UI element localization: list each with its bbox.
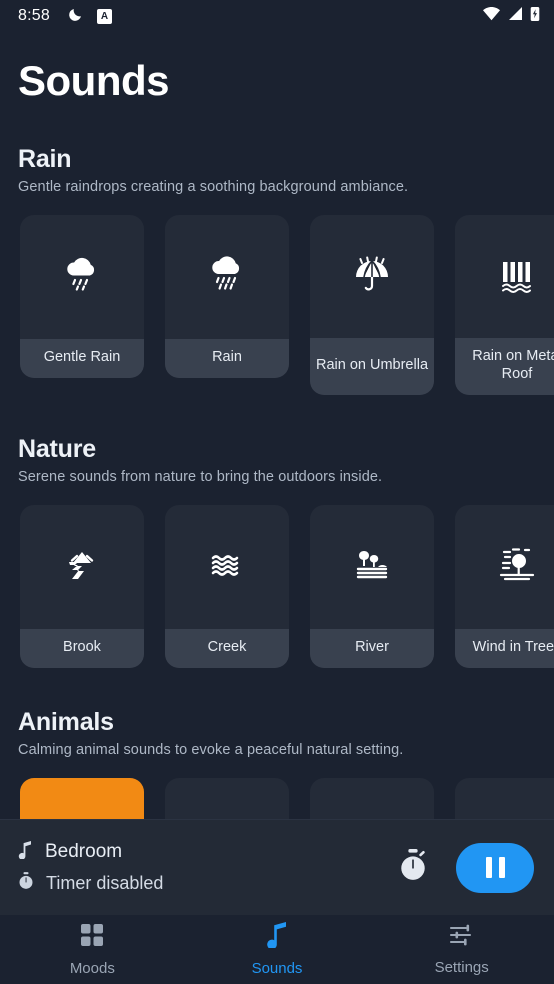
- grid-icon: [79, 922, 105, 953]
- sound-card-label: Rain on Metal Roof: [455, 338, 554, 395]
- stopwatch-icon: [18, 871, 34, 895]
- section-subtitle: Serene sounds from nature to bring the o…: [18, 469, 383, 485]
- cloud-light-rain-icon: [20, 215, 144, 339]
- water-waves-icon: [165, 505, 289, 629]
- now-playing-bar[interactable]: Bedroom Timer disabled: [0, 819, 554, 915]
- accessibility-a-icon: A: [96, 8, 112, 24]
- status-bar: 8:58 A: [0, 0, 554, 32]
- pause-icon: [485, 857, 505, 878]
- now-playing-track-name: Bedroom: [45, 841, 123, 862]
- sound-card[interactable]: Wind in Trees: [455, 505, 554, 668]
- sliders-icon: [449, 923, 475, 952]
- cloud-heavy-rain-icon: [165, 215, 289, 339]
- section-title: Rain: [18, 145, 72, 173]
- sound-card-label: Rain: [165, 339, 289, 378]
- sound-card-row[interactable]: Gentle Rain Rain Rain on Umbrella Rain on M…: [0, 195, 554, 395]
- page-title: Sounds: [18, 57, 170, 104]
- sound-card-label: River: [310, 629, 434, 668]
- nav-label-moods: Moods: [69, 960, 115, 977]
- do-not-disturb-moon-icon: [68, 6, 84, 27]
- section-subtitle: Calming animal sounds to evoke a peacefu…: [18, 742, 404, 758]
- sound-card[interactable]: Creek: [165, 505, 289, 668]
- sound-card-label: Creek: [165, 629, 289, 668]
- timer-button[interactable]: [396, 848, 430, 887]
- now-playing-timer-status: Timer disabled: [46, 872, 164, 893]
- music-note-icon: [18, 840, 33, 864]
- sound-section: Nature Serene sounds from nature to bring…: [0, 435, 554, 668]
- sound-card[interactable]: Brook: [20, 505, 144, 668]
- section-header: Nature Serene sounds from nature to bring…: [0, 435, 554, 485]
- sound-section: Rain Gentle raindrops creating a soothing…: [0, 145, 554, 395]
- section-subtitle: Gentle raindrops creating a soothing bac…: [18, 179, 409, 195]
- sound-card-label: Wind in Trees: [455, 629, 554, 668]
- cellular-signal-icon: [508, 6, 523, 26]
- nav-item-moods[interactable]: Moods: [0, 922, 185, 977]
- now-playing-track: Bedroom: [18, 840, 163, 864]
- sound-card[interactable]: Rain on Umbrella: [310, 215, 434, 395]
- status-bar-left-icons: A: [68, 6, 112, 27]
- nav-label-settings: Settings: [434, 959, 489, 976]
- nav-item-settings[interactable]: Settings: [369, 923, 554, 976]
- status-bar-right-icons: [482, 6, 540, 27]
- sound-card-row[interactable]: Brook Creek River Wind in Trees: [0, 485, 554, 668]
- wind-in-trees-icon: [455, 505, 554, 629]
- section-header: Animals Calming animal sounds to evoke a …: [0, 708, 554, 758]
- play-pause-button[interactable]: [456, 842, 534, 893]
- battery-charging-icon: [530, 6, 540, 27]
- now-playing-info: Bedroom Timer disabled: [18, 840, 164, 895]
- music-note-icon: [266, 922, 288, 953]
- nav-item-sounds[interactable]: Sounds: [185, 922, 370, 977]
- sound-card[interactable]: Rain on Metal Roof: [455, 215, 554, 395]
- river-trees-icon: [310, 505, 434, 629]
- status-bar-clock: 8:58: [18, 7, 50, 24]
- sound-card[interactable]: Gentle Rain: [20, 215, 144, 378]
- now-playing-controls: [396, 842, 534, 893]
- umbrella-rain-icon: [310, 215, 434, 338]
- now-playing-timer: Timer disabled: [18, 871, 164, 895]
- section-title: Nature: [18, 435, 96, 463]
- sound-card-label: Gentle Rain: [20, 339, 144, 378]
- section-title: Animals: [18, 708, 114, 736]
- stopwatch-icon: [398, 848, 428, 887]
- sound-card-label: Rain on Umbrella: [310, 338, 434, 395]
- sound-card[interactable]: Rain: [165, 215, 289, 378]
- app-root: 8:58 A Sounds Rain Gentle raindrops crea…: [0, 0, 554, 984]
- section-header: Rain Gentle raindrops creating a soothing…: [0, 145, 554, 195]
- metal-roof-icon: [455, 215, 554, 338]
- wifi-icon: [482, 6, 501, 26]
- sound-card[interactable]: River: [310, 505, 434, 668]
- bottom-navigation-bar: Moods Sounds Settings: [0, 915, 554, 984]
- sound-card-label: Brook: [20, 629, 144, 668]
- nav-label-sounds: Sounds: [251, 960, 303, 977]
- brook-stream-icon: [20, 505, 144, 629]
